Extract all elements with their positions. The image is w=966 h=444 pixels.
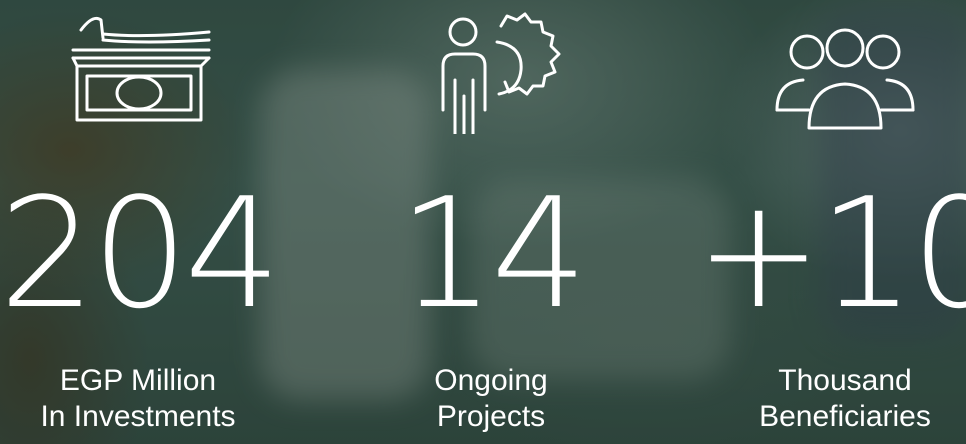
stat-label: EGP Million bbox=[59, 364, 217, 397]
stat-label: Ongoing bbox=[434, 364, 548, 397]
stat-label: Beneficiaries bbox=[759, 400, 931, 433]
stats-banner: 204 EGP Million In Investments 14 Ongoin… bbox=[0, 0, 966, 444]
stat-value: 14 bbox=[398, 165, 587, 342]
stat-label: Projects bbox=[436, 400, 546, 433]
stat-value: 204 bbox=[0, 165, 281, 342]
stat-value: +10 bbox=[695, 165, 966, 342]
group-icon bbox=[765, 10, 925, 139]
person-gear-icon bbox=[421, 10, 561, 139]
stat-label: In Investments bbox=[40, 400, 236, 433]
money-icon bbox=[63, 10, 213, 135]
stat-label: Thousand bbox=[778, 364, 912, 397]
